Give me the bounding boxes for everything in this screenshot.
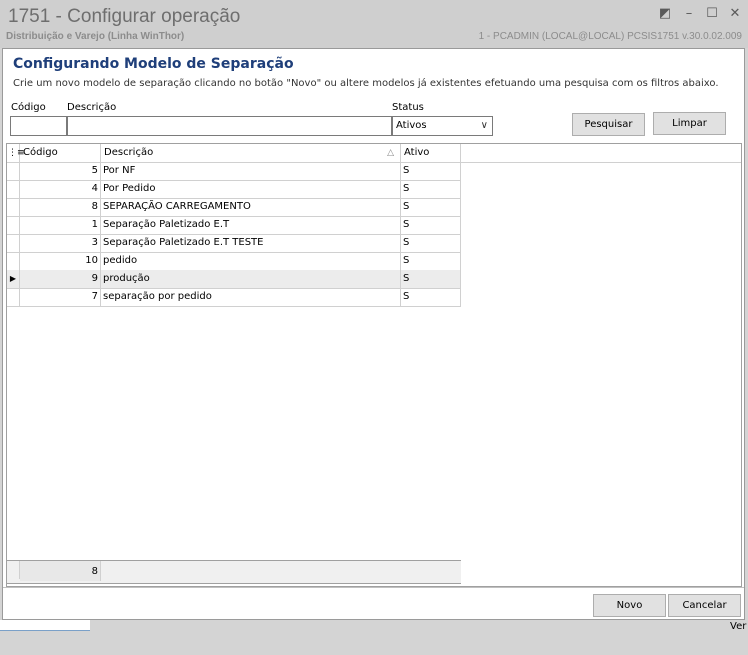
cell-ativo[interactable]: S [401, 216, 461, 234]
cell-descricao[interactable]: separação por pedido [101, 288, 401, 306]
table-row[interactable]: 8 SEPARAÇÃO CARREGAMENTO S [7, 198, 461, 217]
row-indicator [7, 288, 20, 306]
page-description: Crie um novo modelo de separação clicand… [13, 78, 719, 89]
cell-descricao[interactable]: Por Pedido [101, 180, 401, 198]
status-label: Status [392, 102, 424, 113]
limpar-button[interactable]: Limpar [653, 112, 726, 135]
taskbar-item[interactable] [0, 620, 90, 631]
cell-codigo[interactable]: 4 [20, 180, 101, 198]
descricao-input[interactable] [67, 116, 392, 136]
descricao-label: Descrição [67, 102, 117, 113]
status-select[interactable]: Ativos ∨ [392, 116, 493, 136]
table-row[interactable]: 3 Separação Paletizado E.T TESTE S [7, 234, 461, 253]
row-indicator [7, 180, 20, 198]
maximize-icon[interactable]: ☐ [703, 6, 721, 22]
cell-ativo[interactable]: S [401, 198, 461, 216]
cell-codigo[interactable]: 3 [20, 234, 101, 252]
table-row[interactable]: 7 separação por pedido S [7, 288, 461, 307]
footer-count: 8 [20, 561, 101, 581]
row-indicator [7, 198, 20, 216]
column-header-ativo[interactable]: Ativo [401, 144, 461, 162]
cell-codigo[interactable]: 10 [20, 252, 101, 270]
taskbar [0, 620, 748, 655]
cell-ativo[interactable]: S [401, 162, 461, 180]
sort-ascending-icon: △ [387, 148, 394, 158]
grid-footer: 8 [7, 560, 461, 584]
taskbar-right-text: Ver [730, 621, 747, 632]
cell-codigo[interactable]: 9 [20, 270, 101, 288]
row-indicator [7, 216, 20, 234]
minimize-icon[interactable]: – [680, 6, 698, 22]
cell-descricao[interactable]: SEPARAÇÃO CARREGAMENTO [101, 198, 401, 216]
window-title: 1751 - Configurar operação [8, 6, 241, 27]
column-header-descricao-label: Descrição [104, 147, 154, 158]
cell-codigo[interactable]: 7 [20, 288, 101, 306]
novo-button[interactable]: Novo [593, 594, 666, 617]
row-indicator [7, 162, 20, 180]
table-row[interactable]: 5 Por NF S [7, 162, 461, 181]
cell-codigo[interactable]: 1 [20, 216, 101, 234]
cell-descricao[interactable]: Separação Paletizado E.T [101, 216, 401, 234]
cell-ativo[interactable]: S [401, 234, 461, 252]
cell-descricao[interactable]: Separação Paletizado E.T TESTE [101, 234, 401, 252]
cell-ativo[interactable]: S [401, 288, 461, 306]
table-row[interactable]: ▶ 9 produção S [7, 270, 461, 289]
cell-descricao[interactable]: produção [101, 270, 401, 288]
cell-ativo[interactable]: S [401, 180, 461, 198]
table-row[interactable]: 1 Separação Paletizado E.T S [7, 216, 461, 235]
cancelar-button[interactable]: Cancelar [668, 594, 741, 617]
main-panel: Configurando Modelo de Separação Crie um… [2, 48, 745, 620]
row-indicator [7, 252, 20, 270]
results-grid[interactable]: ⋮≡ Código Descrição △ Ativo 5 Por NF S 4 Por… [6, 143, 742, 587]
cell-ativo[interactable]: S [401, 252, 461, 270]
row-indicator [7, 234, 20, 252]
table-row[interactable]: 10 pedido S [7, 252, 461, 271]
pesquisar-button[interactable]: Pesquisar [572, 113, 645, 136]
close-icon[interactable]: ✕ [726, 6, 744, 22]
column-header-descricao[interactable]: Descrição △ [101, 144, 401, 162]
divider [3, 587, 744, 588]
row-selector-icon: ▶ [7, 270, 20, 288]
cell-descricao[interactable]: Por NF [101, 162, 401, 180]
cell-ativo[interactable]: S [401, 270, 461, 288]
window-subtitle: Distribuição e Varejo (Linha WinThor) [6, 31, 185, 42]
status-select-value: Ativos [396, 120, 427, 131]
cell-codigo[interactable]: 8 [20, 198, 101, 216]
codigo-input[interactable] [10, 116, 67, 136]
cell-descricao[interactable]: pedido [101, 252, 401, 270]
page-title: Configurando Modelo de Separação [13, 56, 294, 72]
column-header-codigo[interactable]: Código [20, 144, 101, 162]
codigo-label: Código [11, 102, 46, 113]
cell-codigo[interactable]: 5 [20, 162, 101, 180]
table-row[interactable]: 4 Por Pedido S [7, 180, 461, 199]
restore-icon[interactable]: ◩ [656, 6, 674, 22]
session-info: 1 - PCADMIN (LOCAL@LOCAL) PCSIS1751 v.30… [478, 31, 742, 42]
chevron-down-icon: ∨ [480, 120, 488, 131]
column-chooser-icon[interactable]: ⋮≡ [7, 144, 25, 162]
